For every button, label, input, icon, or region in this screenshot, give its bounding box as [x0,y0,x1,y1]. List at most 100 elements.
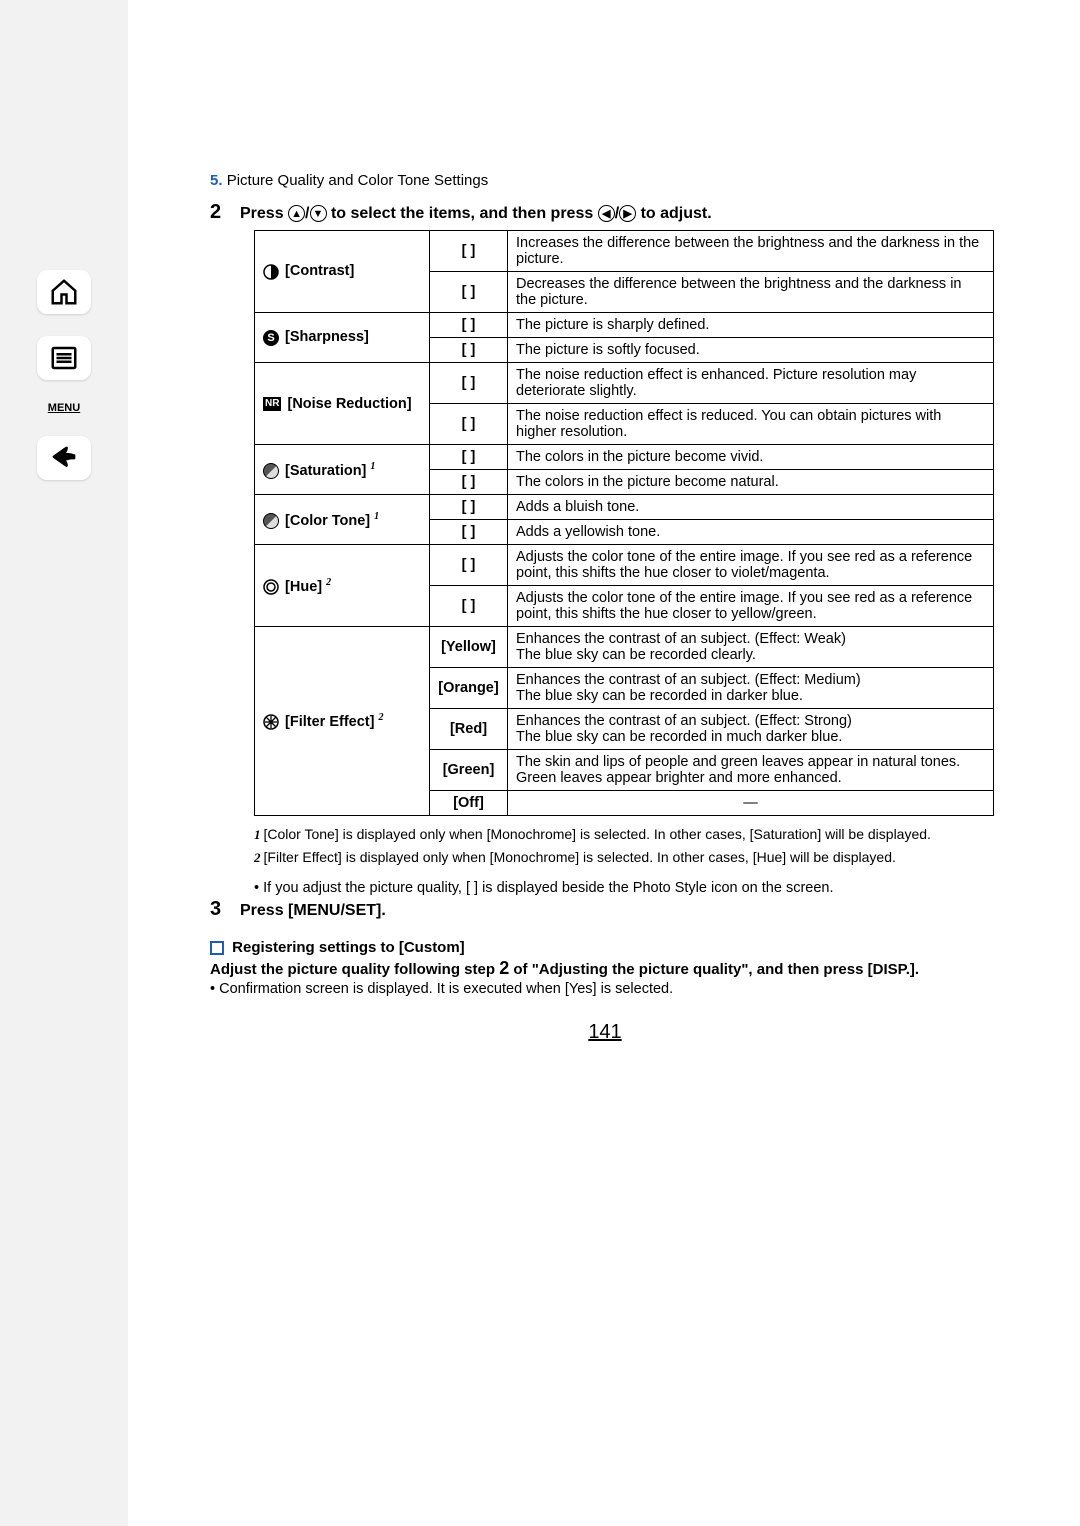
cell-value: [ ] [430,404,508,445]
row-label-nr: NR [Noise Reduction] [255,363,430,445]
cell-value: [ ] [430,338,508,363]
left-icon: ◀ [598,205,615,222]
footnote-ref-2: 2 [378,712,383,723]
cell-value: [Off] [430,791,508,816]
cell-value: [ ] [430,495,508,520]
cell-value: [Orange] [430,668,508,709]
label: [Contrast] [285,263,354,279]
filter-icon [263,714,279,730]
row-label-filter: [Filter Effect] 2 [255,627,430,816]
row-label-contrast: [Contrast] [255,231,430,313]
back-arrow-icon [49,443,79,473]
cell-value: [ ] [430,545,508,586]
cell-desc: Decreases the difference between the bri… [508,272,994,313]
page-content: 5. Picture Quality and Color Tone Settin… [210,172,1000,1044]
t: Confirmation screen is displayed. It is … [219,981,673,997]
register-title: Registering settings to [Custom] [232,939,465,956]
page-number: 141 [210,1021,1000,1044]
row-label-saturation: [Saturation] 1 [255,445,430,495]
cell-desc: The colors in the picture become vivid. [508,445,994,470]
table-row: [Color Tone] 1 [ ] Adds a bluish tone. [255,495,994,520]
sidebar-nav: MENU [0,0,128,1526]
sharpness-icon: S [263,330,279,346]
table-row: [Hue] 2 [ ] Adjusts the color tone of th… [255,545,994,586]
cell-value: [ ] [430,586,508,627]
cell-value: [ ] [430,470,508,495]
row-label-sharpness: S [Sharpness] [255,313,430,363]
cell-desc: The noise reduction effect is reduced. Y… [508,404,994,445]
footnote-ref-1: 1 [370,461,375,472]
right-icon: ▶ [619,205,636,222]
home-icon [49,277,79,307]
colortone-icon [263,513,279,529]
footnotes: 1[Color Tone] is displayed only when [Mo… [254,824,1000,868]
table-row: NR [Noise Reduction] [ ] The noise reduc… [255,363,994,404]
box-icon [210,941,224,955]
footnote-2: 2[Filter Effect] is displayed only when … [254,847,1000,868]
cell-desc: Adjusts the color tone of the entire ima… [508,545,994,586]
label: [Sharpness] [285,329,369,345]
cell-value: [ ] [430,272,508,313]
t: If you adjust the picture quality, [ ] i… [263,880,833,896]
step-2: 2 Press ▲/▼ to select the items, and the… [210,201,1000,224]
row-label-colortone: [Color Tone] 1 [255,495,430,545]
menu-label[interactable]: MENU [48,402,80,414]
cell-desc: Increases the difference between the bri… [508,231,994,272]
t: . [915,961,919,978]
label: [Saturation] [285,462,366,478]
hue-icon [263,579,279,595]
step-ref: 2 [499,958,509,978]
register-title-line: Registering settings to [Custom] [210,939,1000,956]
t: to adjust. [636,205,712,222]
nr-icon: NR [263,397,281,411]
register-section: Registering settings to [Custom] Adjust … [210,939,1000,997]
cell-desc: Enhances the contrast of an subject. (Ef… [508,668,994,709]
footnote-ref-1: 1 [374,511,379,522]
chapter-title: Picture Quality and Color Tone Settings [227,172,489,189]
footnote-ref-2: 2 [326,577,331,588]
cell-desc: The skin and lips of people and green le… [508,750,994,791]
down-icon: ▼ [310,205,327,222]
label: [Color Tone] [285,512,370,528]
cell-desc: Enhances the contrast of an subject. (Ef… [508,627,994,668]
t: Adjust the picture quality following ste… [210,961,499,978]
t: to select the items, and then press [327,205,598,222]
back-button[interactable] [37,436,91,480]
cell-desc: The picture is sharply defined. [508,313,994,338]
cell-desc: Adds a yellowish tone. [508,520,994,545]
label: [Hue] [285,578,322,594]
register-body: Adjust the picture quality following ste… [210,958,1000,979]
saturation-icon [263,463,279,479]
step-text: Press ▲/▼ to select the items, and then … [240,205,712,223]
step-number: 2 [210,201,228,224]
cell-desc: The colors in the picture become natural… [508,470,994,495]
table-row: [Contrast] [ ] Increases the difference … [255,231,994,272]
t: Press [240,205,288,222]
row-label-hue: [Hue] 2 [255,545,430,627]
cell-desc: — [508,791,994,816]
cell-value: [ ] [430,313,508,338]
up-icon: ▲ [288,205,305,222]
footnote-1: 1[Color Tone] is displayed only when [Mo… [254,824,1000,845]
cell-desc: The picture is softly focused. [508,338,994,363]
t: [Filter Effect] is displayed only when [… [264,849,896,865]
settings-table: [Contrast] [ ] Increases the difference … [254,230,994,816]
bullet-note: • If you adjust the picture quality, [ ]… [254,880,1000,896]
toc-button[interactable] [37,336,91,380]
breadcrumb: 5. Picture Quality and Color Tone Settin… [210,172,1000,189]
t: of "Adjusting the picture quality", and … [509,961,867,978]
cell-value: [Red] [430,709,508,750]
table-row: [Filter Effect] 2 [Yellow] Enhances the … [255,627,994,668]
home-button[interactable] [37,270,91,314]
cell-value: [ ] [430,231,508,272]
cell-value: [ ] [430,520,508,545]
register-note: • Confirmation screen is displayed. It i… [210,981,1000,997]
step-3: 3 Press [MENU/SET]. [210,898,1000,921]
cell-desc: The noise reduction effect is enhanced. … [508,363,994,404]
contrast-icon [263,264,279,280]
step-number: 3 [210,898,228,921]
list-icon [49,343,79,373]
cell-desc: Adds a bluish tone. [508,495,994,520]
cell-desc: Adjusts the color tone of the entire ima… [508,586,994,627]
cell-value: [ ] [430,363,508,404]
